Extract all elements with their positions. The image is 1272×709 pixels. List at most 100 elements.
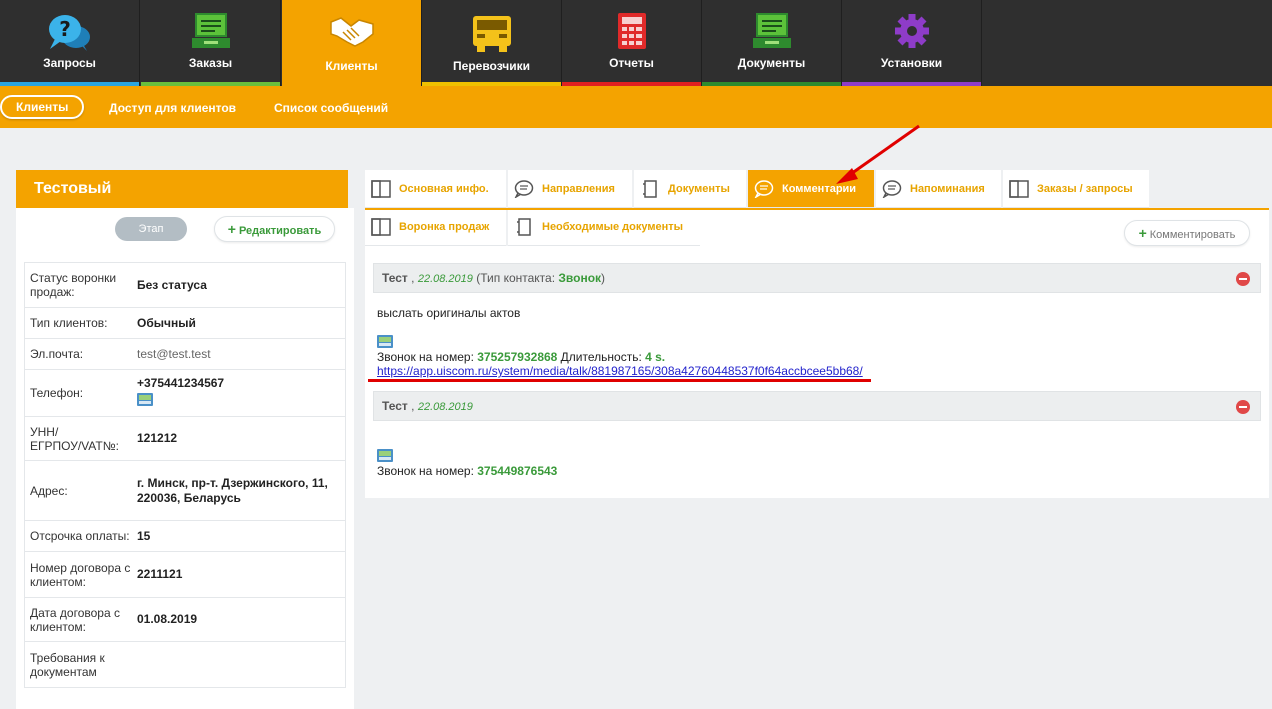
- comment-header: Тест , 22.08.2019 (Тип контакта: Звонок): [373, 263, 1261, 293]
- info-label: Номер договора с клиентом:: [30, 560, 131, 589]
- call-info: Звонок на номер: 375257932868 Длительнос…: [377, 350, 665, 364]
- tab-comments[interactable]: Комментарии: [748, 170, 874, 208]
- info-value: 15: [137, 528, 151, 543]
- info-label: Тип клиентов:: [30, 316, 108, 330]
- client-name-header: Тестовый: [16, 170, 348, 208]
- delete-comment-icon[interactable]: [1236, 400, 1250, 414]
- info-row: Тип клиентов: Обычный: [25, 308, 345, 339]
- info-label: Адрес:: [30, 483, 68, 498]
- call-info: Звонок на номер: 375449876543: [377, 464, 557, 478]
- nav-label: Заказы: [188, 56, 233, 70]
- nav-label: Документы: [737, 56, 806, 70]
- nav-label: Перевозчики: [453, 59, 530, 73]
- comment-separator: ,: [407, 399, 418, 413]
- info-label: Дата договора с клиентом:: [30, 605, 120, 634]
- comment-date: 22.08.2019: [417, 273, 473, 285]
- tab-label: Заказы / запросы: [1037, 183, 1133, 195]
- comment-author: Тест: [382, 271, 408, 285]
- info-row: Номер договора с клиентом: 2211121: [25, 552, 345, 598]
- edit-button-label: Редактировать: [238, 225, 322, 237]
- info-value: г. Минск, пр-т. Дзержинского, 11, 220036…: [137, 475, 328, 505]
- comment-header: Тест , 22.08.2019: [373, 391, 1261, 421]
- tab-required-documents[interactable]: Необходимые документы: [508, 208, 700, 246]
- info-row: Эл.почта: test@test.test: [25, 339, 345, 370]
- plus-icon: +: [1138, 225, 1147, 241]
- top-navigation: ? Запросы Заказы Клиенты Перевозчики Отч…: [0, 0, 1272, 86]
- call-number: 375449876543: [477, 464, 558, 478]
- gear-icon: [894, 14, 929, 48]
- phone-value: +375441234567: [137, 376, 225, 390]
- panel-icon: [1009, 180, 1029, 198]
- tab-label: Основная инфо.: [399, 183, 489, 195]
- nav-clients[interactable]: Клиенты: [282, 0, 422, 86]
- tab-label: Напоминания: [910, 183, 985, 195]
- nav-requests[interactable]: ? Запросы: [0, 0, 140, 86]
- tab-main-info[interactable]: Основная инфо.: [365, 170, 506, 208]
- contact-type: Звонок: [558, 271, 602, 285]
- chat-icon: [882, 180, 902, 198]
- contact-type-prefix: (Тип контакта:: [476, 271, 559, 285]
- orders-screen-icon: [191, 13, 230, 48]
- info-value-email[interactable]: test@test.test: [137, 347, 345, 362]
- document-icon: [643, 180, 657, 198]
- info-value: 01.08.2019: [137, 612, 198, 626]
- nav-reports[interactable]: Отчеты: [562, 0, 702, 86]
- stage-button[interactable]: Этап: [115, 217, 187, 241]
- call-record-icon[interactable]: [377, 335, 393, 348]
- chat-icon: [514, 180, 534, 198]
- edit-button[interactable]: + Редактировать: [214, 216, 335, 242]
- info-row: Требования к документам: [25, 642, 345, 687]
- call-number-label: Звонок на номер:: [377, 464, 478, 478]
- info-row: Адрес: г. Минск, пр-т. Дзержинского, 11,…: [25, 461, 345, 521]
- call-number-label: Звонок на номер:: [377, 350, 478, 364]
- delete-comment-icon[interactable]: [1236, 272, 1250, 286]
- tab-label: Воронка продаж: [399, 221, 490, 233]
- nav-carriers[interactable]: Перевозчики: [422, 0, 562, 86]
- call-duration-label: Длительность:: [557, 350, 646, 364]
- call-record-link[interactable]: https://app.uiscom.ru/system/media/talk/…: [377, 364, 863, 378]
- comment-text: выслать оригиналы актов: [377, 306, 521, 320]
- info-value: +375441234567: [137, 376, 345, 406]
- add-comment-button[interactable]: + Комментировать: [1124, 220, 1250, 246]
- tab-documents[interactable]: Документы: [634, 170, 746, 208]
- subnav-messages-list[interactable]: Список сообщений: [274, 96, 388, 120]
- subnav-client-access[interactable]: Доступ для клиентов: [109, 96, 236, 120]
- truck-icon: [472, 16, 511, 52]
- nav-label: Клиенты: [325, 59, 378, 73]
- add-comment-label: Комментировать: [1149, 229, 1236, 241]
- call-record-icon[interactable]: [377, 449, 393, 462]
- plus-icon: +: [227, 221, 236, 237]
- nav-documents[interactable]: Документы: [702, 0, 842, 86]
- info-value: 2211121: [137, 567, 183, 581]
- call-duration: 4 s.: [645, 350, 666, 364]
- tab-label: Направления: [542, 183, 615, 195]
- nav-label: Запросы: [43, 56, 96, 70]
- info-row: Дата договора с клиентом: 01.08.2019: [25, 598, 345, 642]
- info-label: Телефон:: [30, 386, 84, 400]
- info-value: Без статуса: [137, 277, 207, 292]
- info-row: УНН/ЕГРПОУ/VAT№: 121212: [25, 417, 345, 461]
- tab-orders-requests[interactable]: Заказы / запросы: [1003, 170, 1149, 208]
- subnav-clients[interactable]: Клиенты: [0, 95, 85, 119]
- info-value: Обычный: [137, 315, 196, 330]
- handshake-icon: [329, 17, 374, 47]
- tab-sales-funnel[interactable]: Воронка продаж: [365, 208, 506, 246]
- info-label: Отсрочка оплаты:: [30, 529, 130, 543]
- nav-label: Отчеты: [609, 56, 654, 70]
- tab-label: Документы: [668, 183, 730, 195]
- nav-orders[interactable]: Заказы: [141, 0, 281, 86]
- svg-text:?: ?: [59, 17, 71, 41]
- tab-reminders[interactable]: Напоминания: [876, 170, 1001, 208]
- nav-settings[interactable]: Установки: [842, 0, 982, 86]
- nav-label: Установки: [880, 56, 943, 70]
- call-phone-icon[interactable]: [137, 393, 153, 406]
- info-value: 121212: [137, 431, 178, 445]
- comment-author: Тест: [382, 399, 408, 413]
- sub-navigation: Клиенты Доступ для клиентов Список сообщ…: [0, 86, 1272, 128]
- panel-icon: [371, 218, 391, 236]
- annotation-underline: [368, 379, 871, 382]
- chat-icon: [754, 180, 774, 198]
- info-label: Требования к документам: [30, 650, 105, 679]
- tab-directions[interactable]: Направления: [508, 170, 632, 208]
- info-row: Статус воронки продаж: Без статуса: [25, 263, 345, 308]
